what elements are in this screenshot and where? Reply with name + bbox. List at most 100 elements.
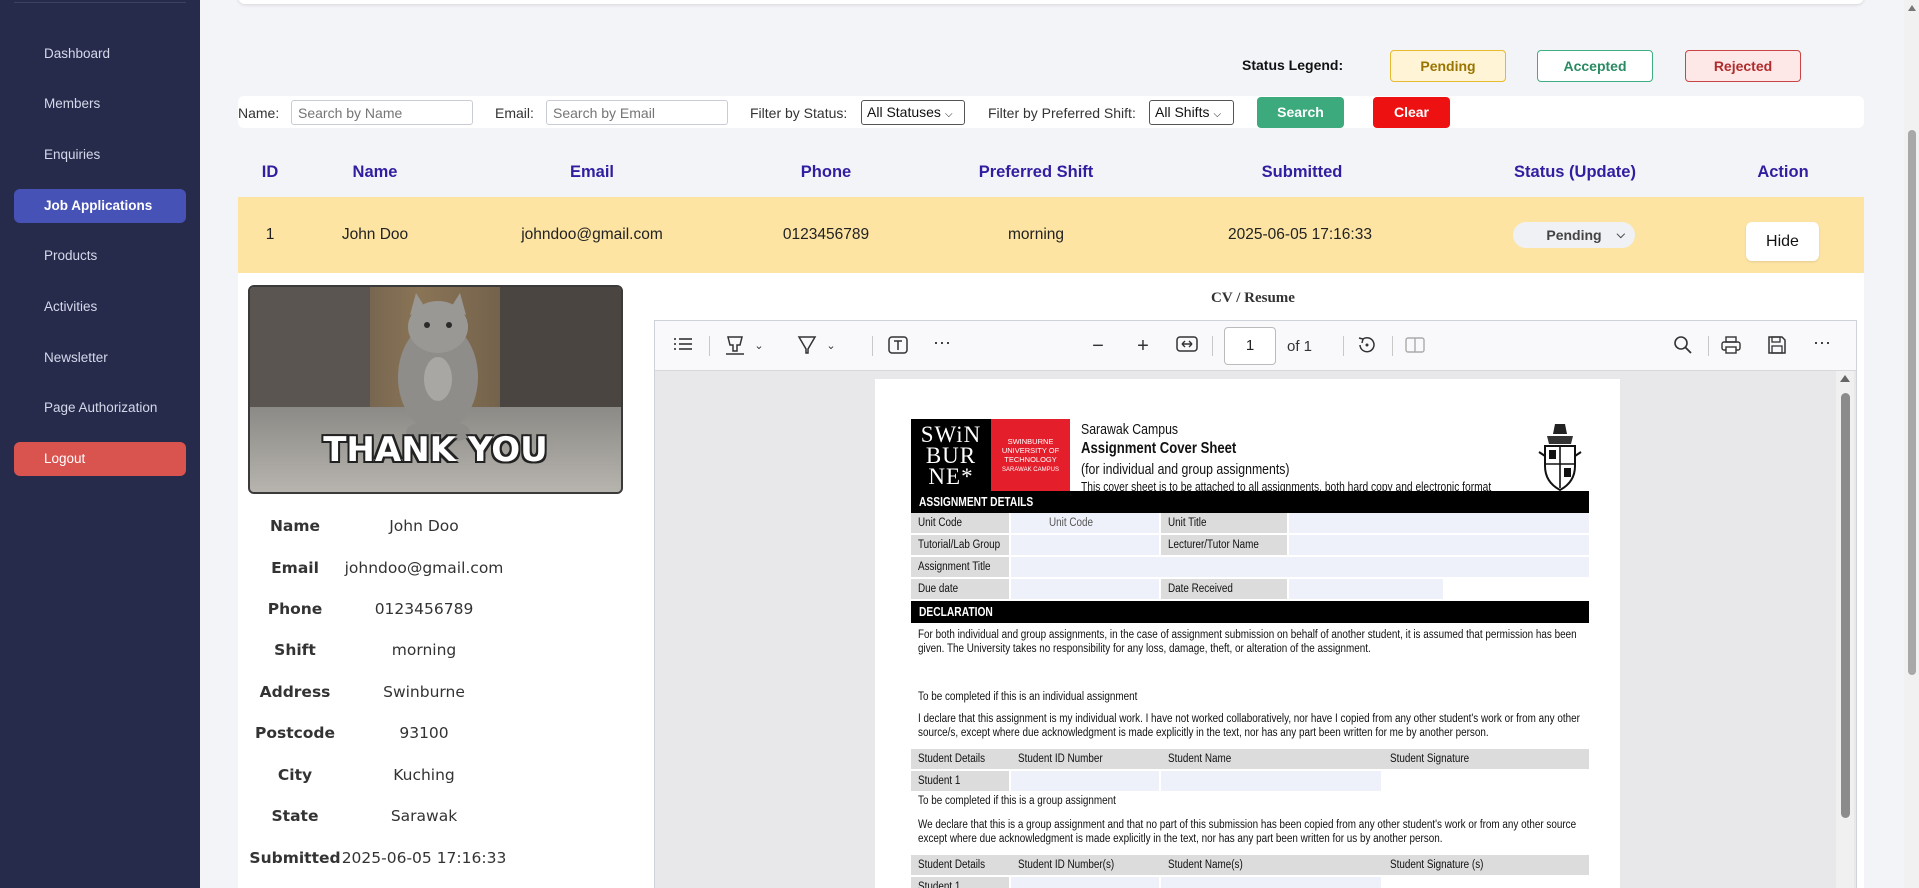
declaration-text: For both individual and group assignment…: [918, 629, 1577, 655]
lecturer-name-field[interactable]: [1289, 535, 1589, 555]
row-id: 1: [265, 226, 275, 243]
more-options-icon[interactable]: ⋯: [1810, 332, 1834, 354]
sidebar-item-products[interactable]: Products: [14, 239, 186, 273]
student-name-label: Student Name: [1168, 753, 1232, 765]
table-of-contents-icon[interactable]: [671, 335, 695, 357]
column-header-preferred-shift: Preferred Shift: [978, 163, 1094, 181]
individual-heading: To be completed if this is an individual…: [918, 691, 1138, 703]
assignment-title-field[interactable]: [1011, 557, 1589, 577]
pdf-viewer[interactable]: ⌄ ⌄ ⋯ − + 1 of 1 ⋯ SWiN BUR NE* SWINBURN…: [654, 320, 1857, 888]
sidebar-item-dashboard[interactable]: Dashboard: [14, 37, 186, 71]
toolbar-divider: [872, 336, 873, 356]
email-search-input[interactable]: [546, 100, 728, 125]
pdf-scrollbar-thumb[interactable]: [1841, 393, 1850, 818]
scroll-up-icon[interactable]: [1840, 375, 1850, 382]
student-id-number-label: Student ID Number: [1018, 753, 1103, 765]
detail-value-shift: morning: [391, 641, 457, 659]
pdf-scrollbar[interactable]: [1836, 371, 1854, 888]
sidebar-item-enquiries[interactable]: Enquiries: [14, 138, 186, 172]
group-student-1-name-field[interactable]: [1161, 877, 1381, 888]
detail-label-state: State: [271, 807, 319, 825]
name-search-input[interactable]: [291, 100, 473, 125]
sidebar-item-page-authorization[interactable]: Page Authorization: [14, 391, 186, 425]
print-icon[interactable]: [1719, 335, 1743, 357]
detail-value-state: Sarawak: [390, 807, 458, 825]
detail-label-shift: Shift: [274, 641, 316, 659]
legend-rejected-badge: Rejected: [1685, 50, 1801, 82]
chevron-down-icon: ⌵: [1616, 229, 1625, 241]
sidebar-item-members[interactable]: Members: [14, 87, 186, 121]
search-button[interactable]: Search: [1257, 97, 1344, 128]
detail-value-city: Kuching: [393, 766, 455, 784]
column-header-status: Status (Update): [1514, 163, 1636, 181]
name-filter-label: Name:: [238, 105, 280, 121]
cv-resume-title: CV / Resume: [1211, 290, 1295, 306]
scroll-up-icon[interactable]: [1908, 5, 1916, 11]
page-scrollbar[interactable]: [1904, 0, 1919, 888]
hide-button[interactable]: Hide: [1746, 222, 1819, 261]
detail-label-name: Name: [269, 517, 321, 535]
zoom-in-icon[interactable]: +: [1131, 335, 1155, 357]
column-header-id: ID: [261, 163, 279, 181]
row-phone: 0123456789: [782, 226, 870, 243]
shift-filter-label: Filter by Preferred Shift:: [988, 105, 1136, 121]
student-signature-label: Student Signature: [1390, 753, 1470, 765]
zoom-out-icon[interactable]: −: [1086, 335, 1110, 357]
row-email: johndoo@gmail.com: [521, 226, 663, 243]
unit-code-field[interactable]: Unit Code: [1011, 513, 1159, 533]
shift-filter-value: All Shifts: [1155, 104, 1210, 120]
detail-value-submitted: 2025-06-05 17:16:33: [341, 849, 507, 867]
logout-button[interactable]: Logout: [14, 442, 186, 476]
rotate-icon[interactable]: [1355, 335, 1379, 357]
search-icon[interactable]: [1671, 335, 1695, 357]
toolbar-divider: [1212, 336, 1213, 356]
text-box-icon[interactable]: [886, 335, 910, 357]
university-crest-icon: [1538, 424, 1582, 492]
detail-value-postcode: 93100: [399, 724, 449, 742]
toolbar-divider: [1392, 336, 1393, 356]
toolbar-divider: [1708, 336, 1709, 356]
unit-title-field[interactable]: [1289, 513, 1589, 533]
tutorial-group-field[interactable]: [1011, 535, 1159, 555]
sidebar: Dashboard Members Enquiries Job Applicat…: [0, 0, 200, 888]
detail-label-address: Address: [259, 683, 331, 701]
row-name: John Doo: [341, 226, 409, 243]
chevron-down-icon[interactable]: ⌄: [819, 335, 843, 357]
header-card: [238, 0, 1864, 4]
status-update-value: Pending: [1546, 227, 1602, 243]
due-date-field[interactable]: [1011, 579, 1159, 599]
swinburne-logo: SWiN BUR NE* SWINBURNE UNIVERSITY OF TEC…: [911, 419, 1070, 496]
student-1-name-field[interactable]: [1161, 771, 1381, 791]
column-header-name: Name: [352, 163, 398, 181]
lecturer-name-label: Lecturer/Tutor Name: [1161, 535, 1287, 555]
clear-button[interactable]: Clear: [1373, 97, 1450, 128]
detail-label-phone: Phone: [267, 600, 323, 618]
due-date-label: Due date: [911, 579, 1009, 599]
status-update-select[interactable]: Pending ⌵: [1513, 222, 1635, 248]
save-icon[interactable]: [1765, 335, 1789, 357]
student-details-label: Student Details: [918, 753, 986, 765]
group-student-details-label: Student Details: [918, 859, 986, 871]
chevron-down-icon: ⌵: [944, 109, 953, 120]
shift-filter-select[interactable]: All Shifts ⌵: [1149, 100, 1234, 125]
status-filter-select[interactable]: All Statuses ⌵: [861, 100, 965, 125]
student-1-id-field[interactable]: [1011, 771, 1159, 791]
group-student-1-id-field[interactable]: [1011, 877, 1159, 888]
detail-value-name: John Doo: [389, 517, 459, 535]
legend-accepted-badge: Accepted: [1537, 50, 1653, 82]
section-assignment-details: ASSIGNMENT DETAILS: [911, 491, 1589, 513]
more-tools-icon[interactable]: ⋯: [930, 332, 954, 354]
page-scrollbar-thumb[interactable]: [1908, 130, 1916, 675]
draw-icon[interactable]: [795, 335, 819, 357]
sidebar-item-activities[interactable]: Activities: [14, 290, 186, 324]
date-received-field[interactable]: [1289, 579, 1443, 599]
chevron-down-icon: ⌵: [1213, 109, 1222, 120]
sidebar-item-newsletter[interactable]: Newsletter: [14, 341, 186, 375]
status-filter-value: All Statuses: [867, 104, 941, 120]
page-number-input[interactable]: 1: [1224, 327, 1276, 365]
chevron-down-icon[interactable]: ⌄: [747, 335, 771, 357]
sidebar-item-job-applications[interactable]: Job Applications: [14, 189, 186, 223]
column-header-submitted: Submitted: [1261, 163, 1343, 181]
fit-width-icon[interactable]: [1175, 335, 1199, 357]
highlight-icon[interactable]: [723, 335, 747, 357]
